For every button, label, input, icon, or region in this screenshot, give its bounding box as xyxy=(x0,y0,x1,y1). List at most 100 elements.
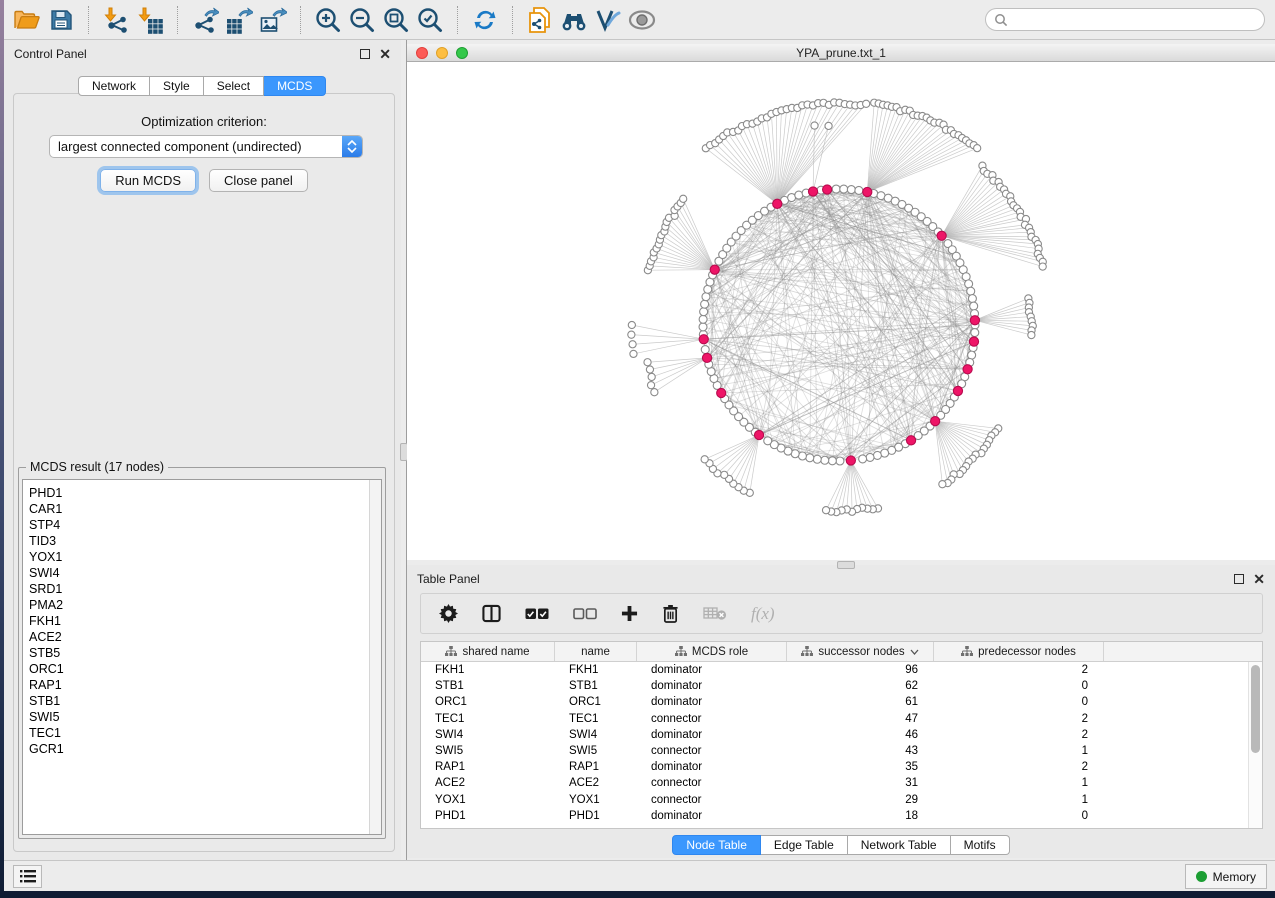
mcds-hub-node[interactable] xyxy=(963,365,972,374)
window-maximize-icon[interactable] xyxy=(456,47,468,59)
table-row[interactable]: SWI4SWI4dominator462 xyxy=(421,727,1262,743)
satellite-node[interactable] xyxy=(629,341,636,348)
satellite-node[interactable] xyxy=(863,100,870,107)
table-row[interactable]: ACE2ACE2connector311 xyxy=(421,775,1262,791)
ring-node[interactable] xyxy=(764,437,772,445)
mcds-result-item[interactable]: PHD1 xyxy=(23,485,369,501)
ring-node[interactable] xyxy=(873,451,881,459)
criterion-select[interactable]: largest connected component (undirected) xyxy=(49,135,363,158)
table-row[interactable]: RAP1RAP1dominator352 xyxy=(421,759,1262,775)
export-network-icon[interactable] xyxy=(188,4,222,36)
satellite-node[interactable] xyxy=(974,145,981,152)
zoom-fit-icon[interactable] xyxy=(379,4,413,36)
ring-node[interactable] xyxy=(836,457,844,465)
mcds-hub-node[interactable] xyxy=(773,199,782,208)
mcds-result-item[interactable]: RAP1 xyxy=(23,677,369,693)
ring-node[interactable] xyxy=(821,456,829,464)
mcds-hub-node[interactable] xyxy=(906,436,915,445)
window-close-icon[interactable] xyxy=(416,47,428,59)
deselect-all-icon[interactable] xyxy=(573,607,597,621)
column-header-shared-name[interactable]: shared name xyxy=(421,642,555,661)
tab-select[interactable]: Select xyxy=(204,76,264,96)
satellite-node[interactable] xyxy=(644,359,651,366)
ring-node[interactable] xyxy=(965,280,973,288)
mcds-hub-node[interactable] xyxy=(717,388,726,397)
zoom-selected-icon[interactable] xyxy=(413,4,447,36)
table-row[interactable]: YOX1YOX1connector291 xyxy=(421,792,1262,808)
mcds-result-item[interactable]: CAR1 xyxy=(23,501,369,517)
zoom-in-icon[interactable] xyxy=(311,4,345,36)
tab-motifs[interactable]: Motifs xyxy=(951,835,1010,855)
table-scrollbar-thumb[interactable] xyxy=(1251,665,1260,753)
ring-node[interactable] xyxy=(828,457,836,465)
search-binoculars-icon[interactable] xyxy=(557,4,591,36)
mcds-result-item[interactable]: TEC1 xyxy=(23,725,369,741)
ring-node[interactable] xyxy=(970,302,978,310)
ring-node[interactable] xyxy=(699,323,707,331)
satellite-node[interactable] xyxy=(939,481,946,488)
open-session-icon[interactable] xyxy=(10,4,44,36)
ring-node[interactable] xyxy=(702,293,710,301)
mcds-result-item[interactable]: ORC1 xyxy=(23,661,369,677)
search-input[interactable] xyxy=(1008,12,1256,28)
satellite-node[interactable] xyxy=(648,373,655,380)
tab-mcds[interactable]: MCDS xyxy=(264,76,326,96)
satellite-node[interactable] xyxy=(630,350,637,357)
mcds-hub-node[interactable] xyxy=(953,386,962,395)
satellite-node[interactable] xyxy=(822,507,829,514)
satellite-node[interactable] xyxy=(701,456,708,463)
tab-node-table[interactable]: Node Table xyxy=(672,835,761,855)
task-history-button[interactable] xyxy=(13,865,42,888)
mcds-hub-node[interactable] xyxy=(710,265,719,274)
table-row[interactable]: TEC1TEC1connector472 xyxy=(421,711,1262,727)
satellite-node[interactable] xyxy=(628,321,635,328)
column-header-predecessor-nodes[interactable]: predecessor nodes xyxy=(934,642,1104,661)
ring-node[interactable] xyxy=(859,455,867,463)
graphics-details-icon[interactable] xyxy=(591,4,625,36)
import-table-icon[interactable] xyxy=(133,4,167,36)
table-row[interactable]: FKH1FKH1dominator962 xyxy=(421,662,1262,678)
table-settings-gear-icon[interactable] xyxy=(439,604,458,623)
mcds-hub-node[interactable] xyxy=(937,231,946,240)
birds-eye-view-icon[interactable] xyxy=(625,4,659,36)
ring-node[interactable] xyxy=(840,185,848,193)
float-panel-icon[interactable] xyxy=(1234,574,1244,584)
mcds-result-item[interactable]: ACE2 xyxy=(23,629,369,645)
network-canvas[interactable] xyxy=(407,62,1275,560)
mcds-result-item[interactable]: STP4 xyxy=(23,517,369,533)
delete-column-icon[interactable] xyxy=(662,604,679,623)
column-header-name[interactable]: name xyxy=(555,642,637,661)
table-scrollbar[interactable] xyxy=(1248,662,1262,828)
mcds-result-item[interactable]: SWI4 xyxy=(23,565,369,581)
column-header-successor-nodes[interactable]: successor nodes xyxy=(787,642,934,661)
ring-node[interactable] xyxy=(847,186,855,194)
mcds-list-scrollbar[interactable] xyxy=(369,480,381,834)
satellite-node[interactable] xyxy=(1028,331,1035,338)
column-panel-icon[interactable] xyxy=(482,604,501,623)
add-column-icon[interactable] xyxy=(621,605,638,622)
ring-node[interactable] xyxy=(968,351,976,359)
ring-node[interactable] xyxy=(866,453,874,461)
tab-network-table[interactable]: Network Table xyxy=(848,835,951,855)
run-mcds-button[interactable]: Run MCDS xyxy=(100,169,196,192)
ring-node[interactable] xyxy=(855,186,863,194)
tab-style[interactable]: Style xyxy=(150,76,204,96)
mcds-hub-node[interactable] xyxy=(970,316,979,325)
ring-node[interactable] xyxy=(968,295,976,303)
ring-node[interactable] xyxy=(806,454,814,462)
mcds-result-item[interactable]: FKH1 xyxy=(23,613,369,629)
mcds-result-item[interactable]: SRD1 xyxy=(23,581,369,597)
refresh-icon[interactable] xyxy=(468,4,502,36)
ring-node[interactable] xyxy=(701,300,709,308)
tab-edge-table[interactable]: Edge Table xyxy=(761,835,848,855)
export-table-icon[interactable] xyxy=(222,4,256,36)
mcds-result-list[interactable]: PHD1CAR1STP4TID3YOX1SWI4SRD1PMA2FKH1ACE2… xyxy=(22,479,382,835)
close-panel-icon[interactable]: ✕ xyxy=(379,49,391,59)
mcds-hub-node[interactable] xyxy=(823,185,832,194)
export-to-web-icon[interactable] xyxy=(523,4,557,36)
toolbar-search[interactable] xyxy=(985,8,1265,31)
satellite-node[interactable] xyxy=(651,389,658,396)
mcds-hub-node[interactable] xyxy=(931,417,940,426)
satellite-node[interactable] xyxy=(646,366,653,373)
mcds-result-item[interactable]: PMA2 xyxy=(23,597,369,613)
